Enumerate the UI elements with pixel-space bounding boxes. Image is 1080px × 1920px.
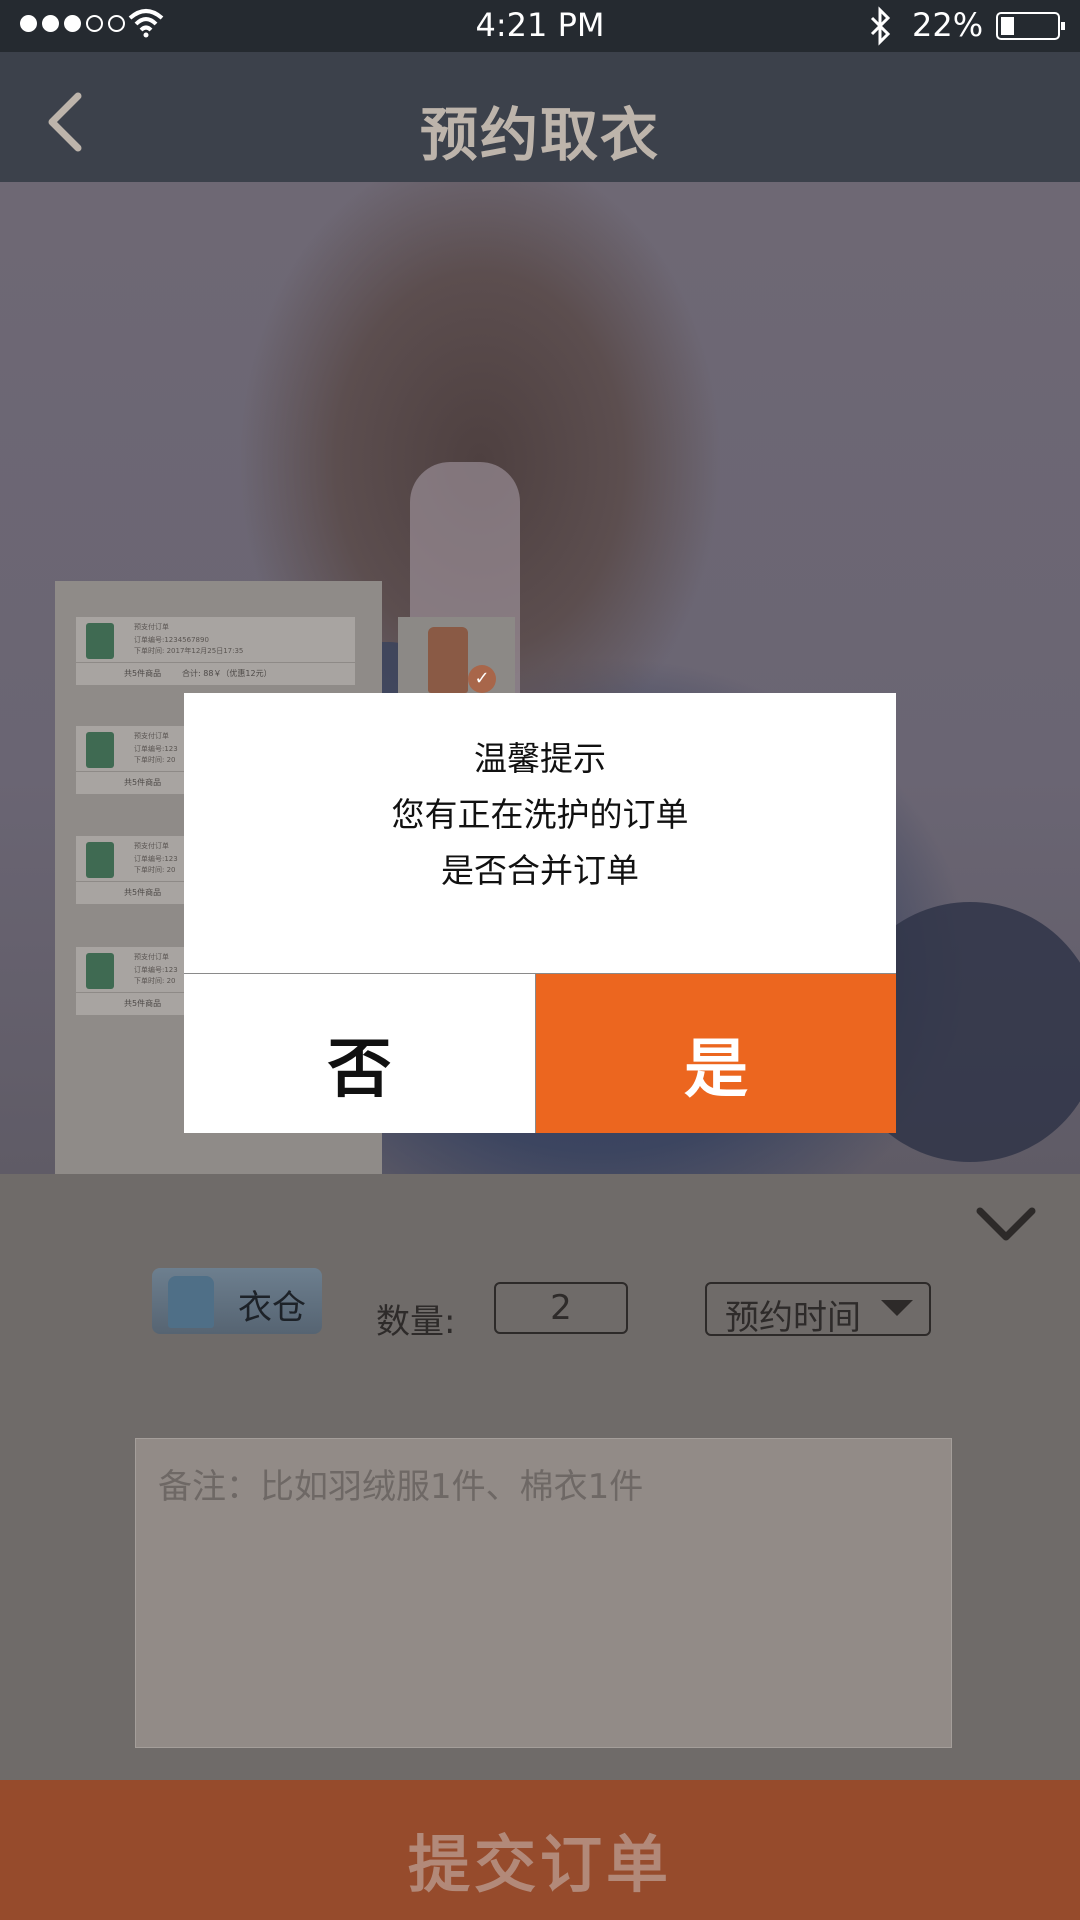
order-number: 订单编号:123 (134, 745, 178, 753)
coat-icon (428, 627, 468, 693)
jacket-thumbnail-icon (86, 953, 114, 989)
order-card[interactable]: 预支付订单 订单编号:1234567890 下单时间: 2017年12月25日1… (76, 617, 355, 685)
order-title: 预支付订单 (134, 842, 169, 850)
order-title: 预支付订单 (134, 623, 169, 631)
page-title: 预约取衣 (419, 101, 660, 169)
status-bar: 4:21 PM 22% (0, 0, 1080, 52)
no-button[interactable]: 否 (184, 974, 536, 1133)
order-time: 下单时间: 20 (134, 756, 176, 764)
order-time: 下单时间: 2017年12月25日17:35 (134, 647, 244, 655)
order-number: 订单编号:1234567890 (134, 636, 209, 644)
order-total: 合计: 88￥（优惠12元） (182, 669, 272, 678)
selected-garment-thumbnail[interactable]: ✓ (398, 617, 515, 697)
battery-percent: 22% (912, 6, 984, 44)
quantity-label: 数量: (376, 1302, 456, 1342)
checkmark-icon: ✓ (468, 665, 496, 693)
order-count: 共5件商品 (124, 778, 162, 787)
yes-button-label: 是 (684, 1033, 748, 1107)
appointment-time-select[interactable]: 预约时间 (705, 1282, 931, 1338)
jacket-thumbnail-icon (86, 842, 114, 878)
order-count: 共5件商品 (124, 669, 162, 678)
no-button-label: 否 (327, 1033, 392, 1107)
merge-order-dialog: 温馨提示 您有正在洗护的订单 是否合并订单 否 是 (184, 693, 896, 1133)
quantity-input[interactable]: 2 (494, 1282, 628, 1334)
order-number: 订单编号:123 (134, 966, 178, 974)
order-time: 下单时间: 20 (134, 977, 176, 985)
appointment-time-label: 预约时间 (725, 1298, 861, 1338)
order-count: 共5件商品 (124, 888, 162, 897)
battery-icon (996, 12, 1065, 40)
jacket-icon (168, 1276, 214, 1328)
order-time: 下单时间: 20 (134, 866, 176, 874)
order-title: 预支付订单 (134, 732, 169, 740)
dialog-title: 温馨提示 (474, 739, 606, 778)
chevron-down-icon[interactable] (976, 1205, 1036, 1245)
jacket-thumbnail-icon (86, 732, 114, 768)
submit-order-label: 提交订单 (407, 1828, 672, 1901)
closet-button[interactable]: 衣仓 (152, 1268, 322, 1334)
order-count: 共5件商品 (124, 999, 162, 1008)
note-placeholder: 备注：比如羽绒服1件、棉衣1件 (158, 1467, 644, 1507)
bluetooth-icon (870, 6, 891, 46)
jacket-thumbnail-icon (86, 623, 114, 659)
note-textarea[interactable]: 备注：比如羽绒服1件、棉衣1件 (135, 1438, 952, 1748)
order-number: 订单编号:123 (134, 855, 178, 863)
submit-order-button[interactable]: 提交订单 (0, 1780, 1080, 1920)
dialog-message-line1: 您有正在洗护的订单 (391, 795, 689, 834)
dropdown-arrow-icon (881, 1300, 913, 1316)
order-title: 预支付订单 (134, 953, 169, 961)
closet-label: 衣仓 (238, 1288, 306, 1328)
yes-button[interactable]: 是 (536, 974, 896, 1133)
dialog-message-line2: 是否合并订单 (441, 851, 639, 890)
nav-bar: 预约取衣 (0, 52, 1080, 182)
